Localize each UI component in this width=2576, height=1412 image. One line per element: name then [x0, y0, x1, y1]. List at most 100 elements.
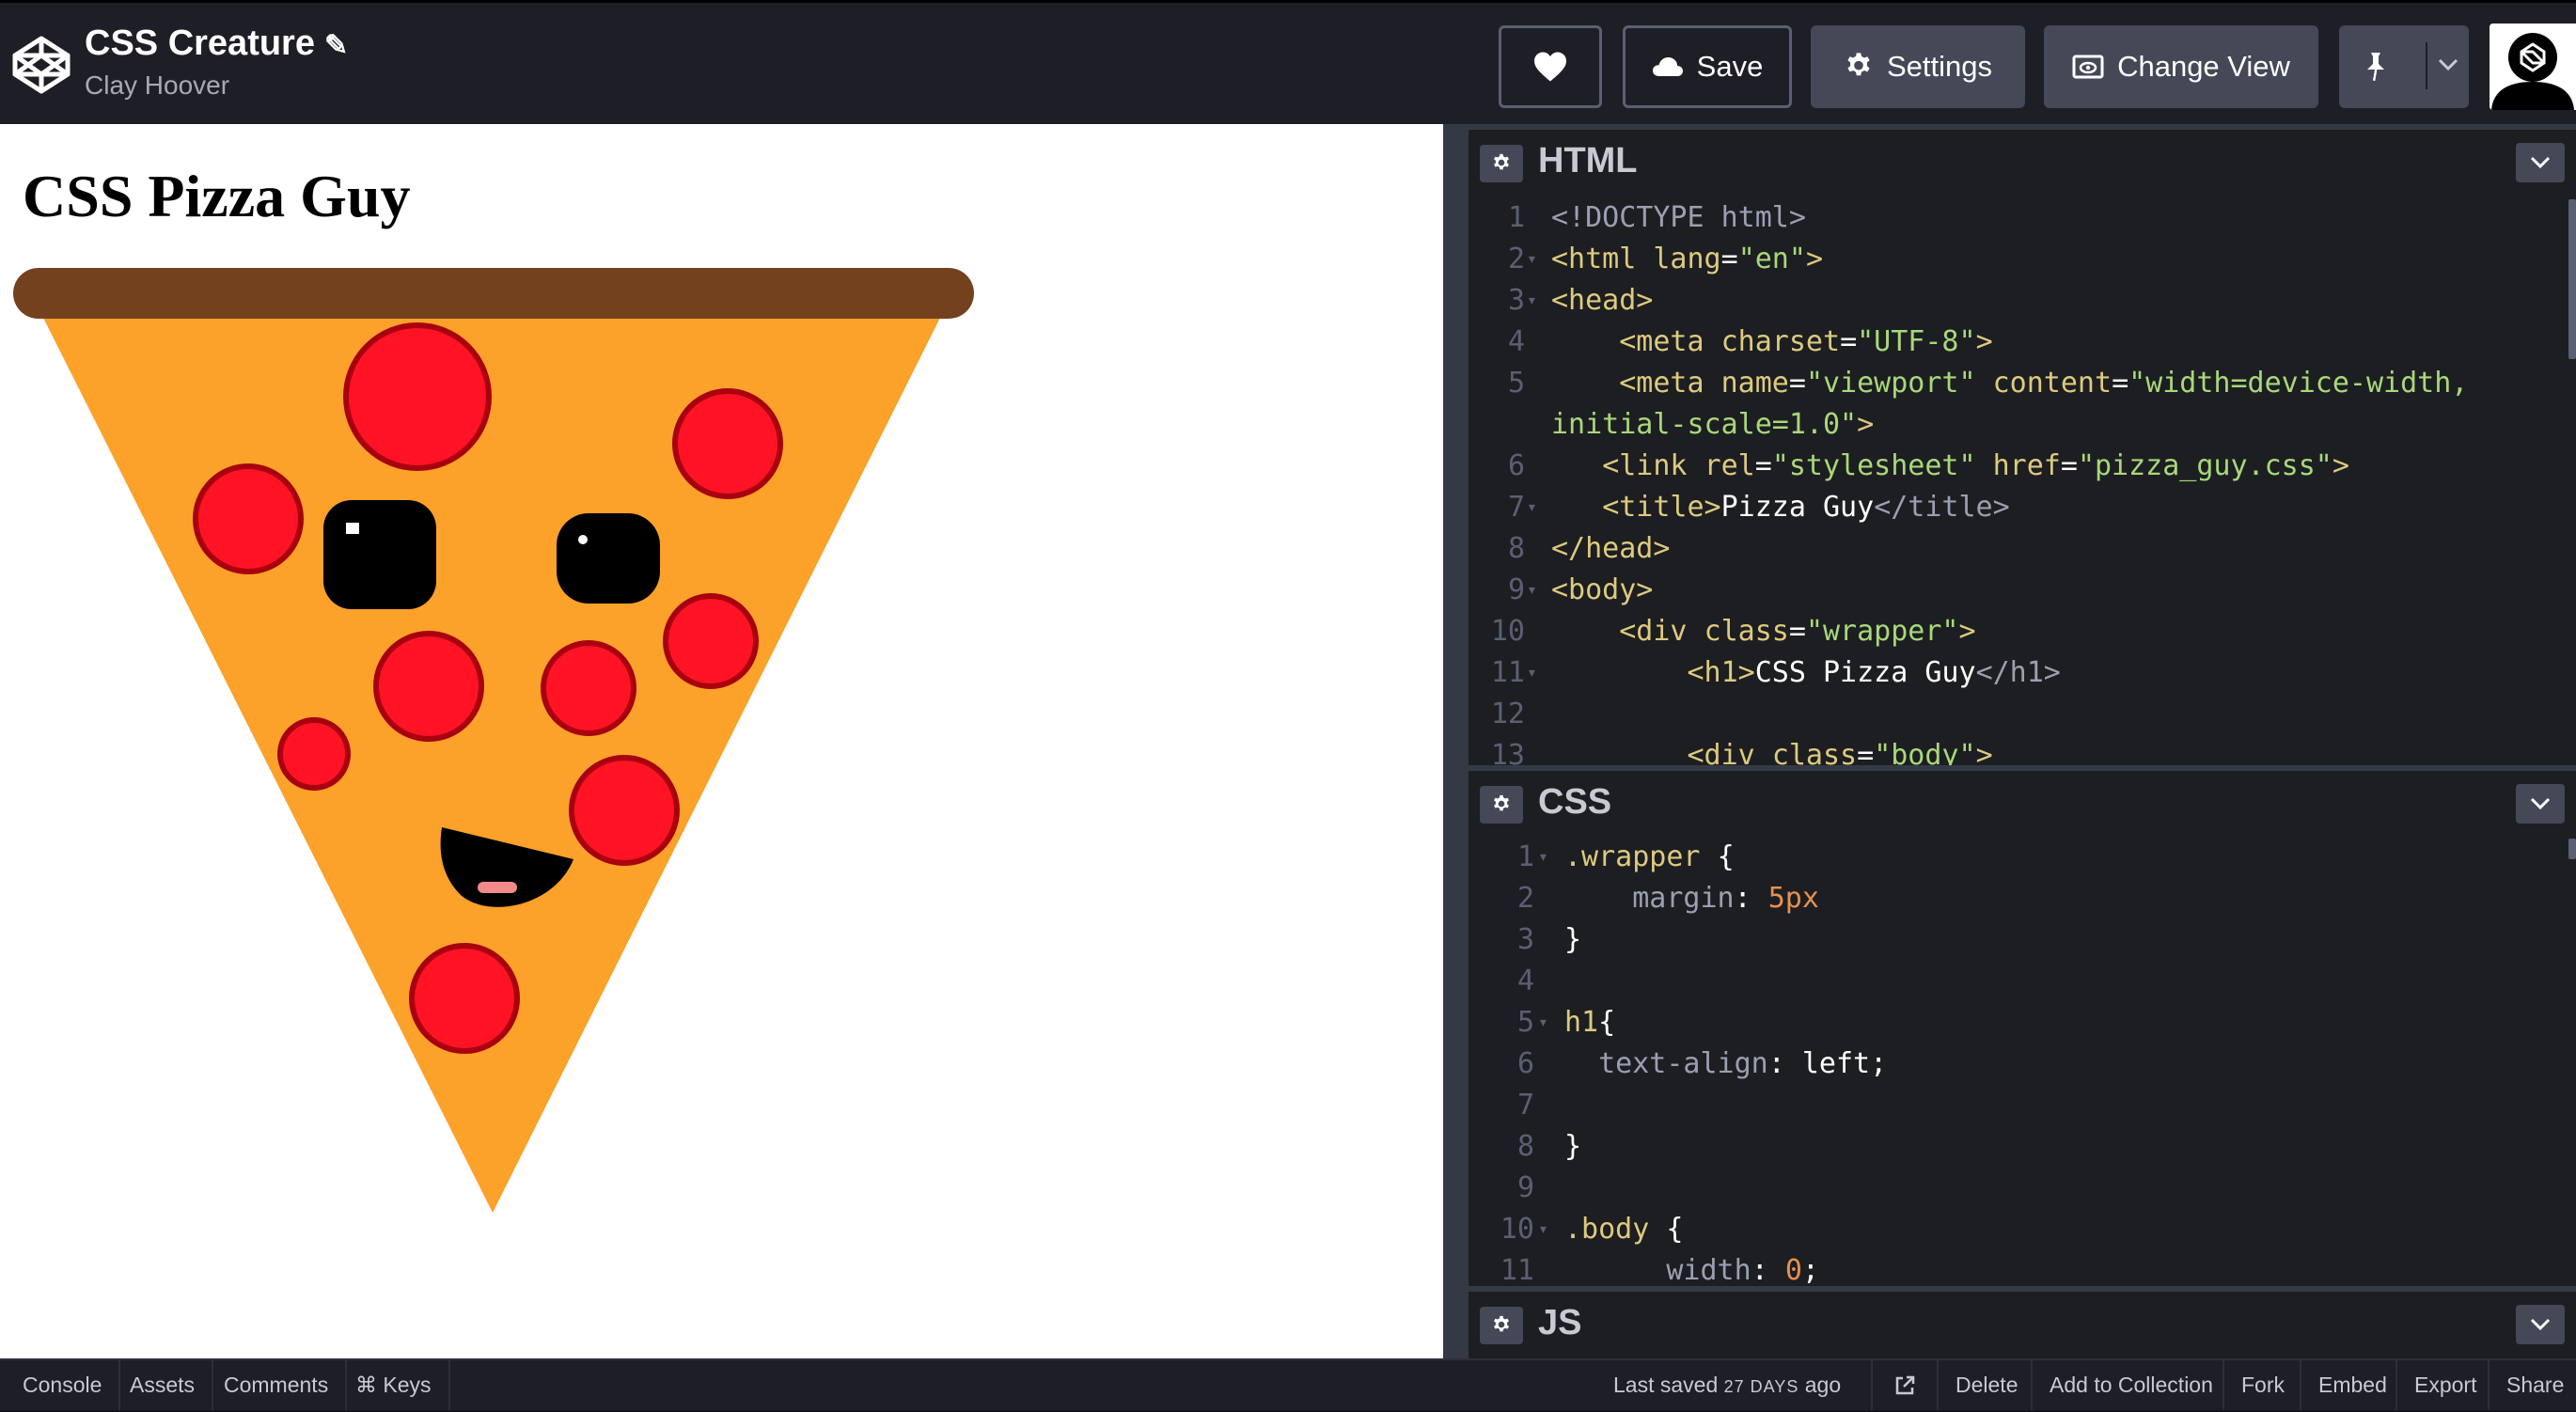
last-saved-status: Last saved 27 DAYS ago [1613, 1360, 1841, 1410]
avatar[interactable] [2490, 24, 2576, 110]
save-button[interactable]: Save [1623, 25, 1792, 108]
code-line[interactable]: 9 [1469, 1168, 2576, 1209]
pizza-illustration [13, 268, 974, 1213]
result-preview: CSS Pizza Guy [0, 124, 1443, 1358]
open-external-button[interactable] [1871, 1360, 1937, 1410]
code-line[interactable]: 5 ▾ h1{ [1469, 1002, 2576, 1043]
line-number: 6 [1507, 449, 1525, 482]
embed-button[interactable]: Embed [2300, 1360, 2404, 1410]
html-scrollbar[interactable] [2568, 199, 2576, 359]
fold-arrow-icon[interactable]: ▾ [1538, 1002, 1548, 1043]
code-line[interactable]: 8 </head> [1469, 528, 2576, 570]
pin-divider [2426, 42, 2427, 89]
fold-arrow-icon[interactable]: ▾ [1527, 487, 1537, 528]
css-scrollbar[interactable] [2568, 839, 2576, 859]
change-view-button[interactable]: Change View [2044, 25, 2318, 108]
line-number: 11 [1500, 1254, 1534, 1286]
code-text: } [1564, 1126, 1581, 1168]
code-line[interactable]: 3} [1469, 919, 2576, 961]
fork-button[interactable]: Fork [2223, 1360, 2301, 1410]
code-line[interactable]: 5 <meta name="viewport" content="width=d… [1469, 363, 2576, 404]
code-line[interactable]: 1 ▾ .wrapper { [1469, 837, 2576, 878]
code-token: { [1717, 840, 1735, 873]
code-line[interactable]: 11 width: 0; [1469, 1250, 2576, 1286]
share-button[interactable]: Share [2488, 1360, 2576, 1410]
code-line[interactable]: 8} [1469, 1126, 2576, 1168]
code-token: ; [1801, 1254, 1819, 1286]
line-number: 8 [1507, 532, 1525, 565]
code-text: <div class="wrapper"> [1551, 611, 1975, 652]
css-code-area[interactable]: 1 ▾ .wrapper {2 margin: 5px 3} 4 5 ▾ h1{6 text-… [1469, 831, 2576, 1286]
fold-arrow-icon[interactable]: ▾ [1538, 1209, 1548, 1250]
code-text: <html lang="en"> [1551, 239, 1823, 280]
html-code-area[interactable]: 1 <!DOCTYPE html> 2 ▾ <html lang="en"> 3 ▾ <hea… [1469, 190, 2576, 765]
code-text: margin: 5px [1564, 878, 1819, 919]
like-button[interactable] [1499, 25, 1602, 108]
codepen-logo-icon[interactable] [11, 35, 71, 95]
css-collapse-button[interactable] [2516, 784, 2565, 824]
fold-arrow-icon[interactable]: ▾ [1527, 239, 1537, 280]
panel-resizer[interactable] [1443, 124, 1469, 1358]
delete-button[interactable]: Delete [1937, 1360, 2034, 1410]
fold-arrow-icon[interactable]: ▾ [1527, 652, 1537, 694]
settings-button[interactable]: Settings [1811, 25, 2025, 108]
code-line[interactable]: 6 text-align: left; [1469, 1043, 2576, 1085]
add-to-collection-button[interactable]: Add to Collection [2031, 1360, 2230, 1410]
keys-button[interactable]: ⌘ Keys [338, 1360, 450, 1410]
code-token: } [1564, 923, 1582, 956]
line-number: 10 [1500, 1213, 1534, 1246]
code-line[interactable]: 2 ▾ <html lang="en"> [1469, 239, 2576, 280]
code-line[interactable]: 7 [1469, 1085, 2576, 1126]
code-line[interactable]: 11 ▾ <h1>CSS Pizza Guy</h1> [1469, 652, 2576, 694]
code-line[interactable]: 7 ▾ <title>Pizza Guy</title> [1469, 487, 2576, 528]
layout-eye-icon [2072, 55, 2104, 79]
html-collapse-button[interactable] [2516, 143, 2565, 182]
js-settings-button[interactable] [1480, 1307, 1523, 1344]
code-token: h1 [1564, 1006, 1599, 1039]
js-collapse-button[interactable] [2516, 1305, 2565, 1344]
code-token: <meta [1619, 367, 1721, 400]
pen-author[interactable]: Clay Hoover [85, 71, 229, 101]
assets-button[interactable]: Assets [113, 1360, 214, 1410]
code-token: initial-scale=1.0" [1551, 408, 1858, 441]
code-line[interactable]: 3 ▾ <head> [1469, 280, 2576, 322]
code-line[interactable]: 13 <div class="body"> [1469, 735, 2576, 765]
pepperoni [277, 717, 351, 791]
pin-button[interactable] [2339, 25, 2469, 108]
fold-arrow-icon[interactable]: ▾ [1527, 570, 1537, 611]
gear-icon [1494, 153, 1509, 170]
code-line[interactable]: 9 ▾ <body> [1469, 570, 2576, 611]
fold-arrow-icon[interactable]: ▾ [1538, 837, 1548, 878]
code-line[interactable]: 4 <meta charset="UTF-8"> [1469, 322, 2576, 363]
html-settings-button[interactable] [1480, 145, 1523, 182]
fold-arrow-icon[interactable]: ▾ [1527, 280, 1537, 322]
code-text: <!DOCTYPE html> [1551, 197, 1806, 239]
code-line[interactable]: 10 ▾ .body { [1469, 1209, 2576, 1250]
chevron-down-icon[interactable] [2437, 57, 2459, 72]
code-line[interactable]: 4 [1469, 961, 2576, 1002]
css-settings-button[interactable] [1480, 786, 1523, 824]
code-line[interactable]: 1 <!DOCTYPE html> [1469, 197, 2576, 239]
code-line[interactable]: 12 [1469, 694, 2576, 735]
code-text: <meta name="viewport" content="width=dev… [1551, 363, 2468, 404]
comments-button[interactable]: Comments [207, 1360, 348, 1410]
pepperoni [193, 463, 304, 574]
pencil-icon[interactable]: ✎ [324, 29, 348, 62]
code-token: : [1751, 1254, 1785, 1286]
code-line[interactable]: initial-scale=1.0"> [1469, 404, 2576, 446]
export-button[interactable]: Export [2395, 1360, 2493, 1410]
code-line[interactable]: 6 <link rel="stylesheet" href="pizza_guy… [1469, 446, 2576, 487]
pen-title[interactable]: CSS Creature ✎ [85, 24, 348, 64]
pizza-crust [13, 268, 974, 319]
code-token: "pizza_guy.css" [2077, 449, 2333, 482]
code-line[interactable]: 10 <div class="wrapper"> [1469, 611, 2576, 652]
code-token: <!DOCTYPE html> [1551, 201, 1806, 234]
code-token: = [1788, 615, 1806, 648]
console-button[interactable]: Console [6, 1360, 121, 1410]
code-token: > [1857, 408, 1875, 441]
code-text: width: 0; [1564, 1250, 1819, 1286]
line-number: 7 [1516, 1089, 1534, 1122]
gear-icon [1494, 1315, 1509, 1332]
code-token: > [1975, 739, 1993, 765]
code-line[interactable]: 2 margin: 5px [1469, 878, 2576, 919]
